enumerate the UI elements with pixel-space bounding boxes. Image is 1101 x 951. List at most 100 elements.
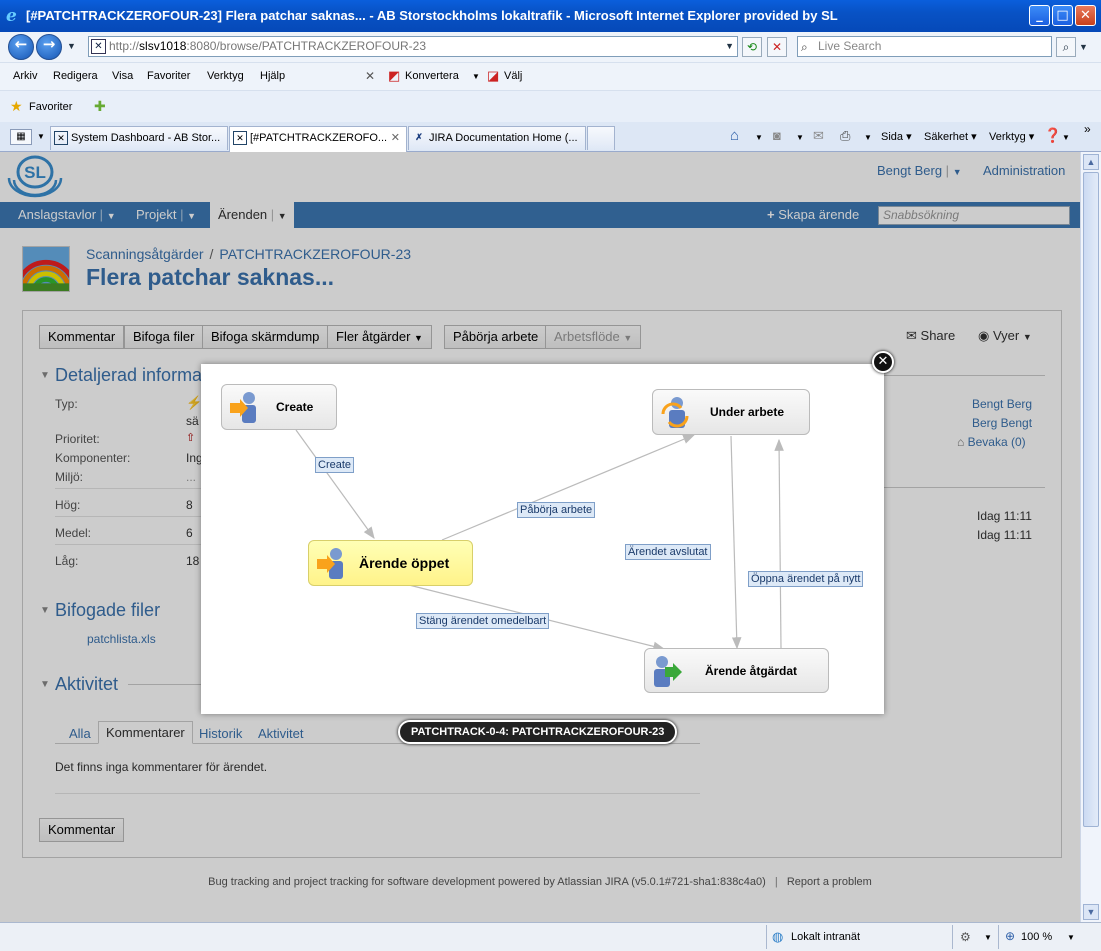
state-open-current[interactable]: Ärende öppet: [308, 540, 473, 586]
jira-favicon-icon: ✕: [91, 39, 106, 54]
atlassian-tab-icon: ✗: [415, 132, 423, 142]
scroll-thumb[interactable]: [1083, 172, 1099, 827]
address-toolbar: ← → ▼ ✕ http://slsv1018:8080/browse/PATC…: [0, 32, 1101, 62]
refresh-icon[interactable]: ⟲: [742, 37, 762, 57]
page-menu[interactable]: Sida ▾: [881, 130, 912, 143]
search-go-icon[interactable]: ⌕: [1056, 37, 1076, 57]
person-arrow-icon: [230, 392, 256, 423]
history-dropdown-icon[interactable]: ▼: [67, 41, 76, 51]
tab-system-dashboard[interactable]: ✕ System Dashboard - AB Stor...: [50, 126, 228, 150]
status-bar: ◍ Lokalt intranät ⚙ ▼ ⊕ 100 % ▼: [0, 922, 1101, 951]
state-resolved[interactable]: Ärende åtgärdat: [644, 648, 829, 693]
divider: [952, 925, 953, 949]
back-button[interactable]: ←: [8, 34, 34, 60]
state-label: Ärende åtgärdat: [705, 664, 798, 678]
state-label: Create: [276, 400, 314, 414]
state-label: Under arbete: [710, 405, 785, 419]
search-icon: ⌕: [801, 40, 808, 54]
favorites-button[interactable]: Favoriter: [29, 101, 72, 113]
protected-dropdown-icon[interactable]: ▼: [984, 933, 992, 942]
arrow-create: [295, 429, 375, 539]
live-search-placeholder: Live Search: [818, 39, 882, 53]
menu-favoriter[interactable]: Favoriter: [147, 70, 190, 82]
address-bar[interactable]: ✕ http://slsv1018:8080/browse/PATCHTRACK…: [88, 36, 738, 57]
person-refresh-icon: [661, 397, 689, 428]
security-zone: Lokalt intranät: [791, 931, 861, 943]
protected-mode-icon[interactable]: ⚙: [960, 930, 971, 944]
zoom-level[interactable]: 100 %: [1021, 931, 1052, 943]
tab-label: [#PATCHTRACKZEROFO...: [250, 132, 388, 144]
convert-dropdown-icon[interactable]: ▼: [472, 72, 480, 81]
tab-label: System Dashboard - AB Stor...: [71, 132, 221, 144]
tab-list-dropdown-icon[interactable]: ▼: [37, 132, 45, 141]
print-dropdown-icon[interactable]: ▼: [864, 133, 872, 142]
jira-tab-icon: ✕: [54, 131, 68, 145]
state-in-progress[interactable]: Under arbete: [652, 389, 810, 435]
transition-create[interactable]: Create: [315, 457, 355, 473]
transition-reopen[interactable]: Öppna ärendet på nytt: [748, 571, 864, 587]
tools-menu[interactable]: Verktyg ▾: [989, 130, 1034, 143]
select-button[interactable]: Välj: [504, 70, 522, 82]
print-icon[interactable]: ⎙: [840, 128, 850, 144]
menu-verktyg[interactable]: Verktyg: [207, 70, 244, 82]
home-dropdown-icon[interactable]: ▼: [755, 133, 763, 142]
home-icon[interactable]: ⌂: [730, 127, 739, 144]
more-tools-icon[interactable]: »: [1084, 122, 1091, 136]
close-tab-icon[interactable]: ✕: [391, 127, 400, 149]
forward-button[interactable]: →: [36, 34, 62, 60]
help-dropdown-icon[interactable]: ▼: [1062, 133, 1070, 142]
help-icon[interactable]: ❓: [1044, 127, 1061, 144]
page-scrollbar[interactable]: ▲ ▼: [1080, 152, 1101, 922]
new-tab-button[interactable]: [587, 126, 615, 150]
tab-bar: ▦ ▼ ✕ System Dashboard - AB Stor... ✕ [#…: [0, 122, 1101, 152]
address-path: :8080/browse/PATCHTRACKZEROFOUR-23: [186, 39, 427, 53]
divider: [998, 925, 999, 949]
maximize-button[interactable]: □: [1052, 5, 1073, 26]
convert-button[interactable]: Konvertera: [405, 70, 459, 82]
menu-hjalp[interactable]: Hjälp: [260, 70, 285, 82]
feeds-dropdown-icon[interactable]: ▼: [796, 133, 804, 142]
intranet-globe-icon: ◍: [772, 929, 784, 944]
state-label: Ärende öppet: [359, 555, 450, 571]
stop-icon[interactable]: ✕: [767, 37, 787, 57]
minimize-button[interactable]: _: [1029, 5, 1050, 26]
jira-tab-icon: ✕: [233, 131, 247, 145]
close-window-button[interactable]: ✕: [1075, 5, 1096, 26]
close-dialog-icon[interactable]: ✕: [872, 351, 894, 373]
tools-menu-label: Verktyg: [989, 131, 1026, 143]
workflow-caption: PATCHTRACK-0-4: PATCHTRACKZEROFOUR-23: [398, 720, 678, 744]
tab-label: JIRA Documentation Home (...: [429, 132, 578, 144]
state-create[interactable]: Create: [221, 384, 337, 430]
search-options-icon[interactable]: ▼: [1079, 42, 1088, 52]
scroll-down-icon[interactable]: ▼: [1083, 904, 1099, 920]
page-viewport: SL Bengt Berg | ▼ Administration Anslags…: [0, 152, 1080, 922]
favorites-bar: ★ Favoriter ✚: [0, 90, 1101, 122]
transition-close[interactable]: Stäng ärendet omedelbart: [416, 613, 550, 629]
toolbar-close-icon[interactable]: ✕: [365, 69, 375, 83]
address-prefix: http://: [109, 39, 140, 53]
security-menu[interactable]: Säkerhet ▾: [924, 130, 977, 143]
transition-resolve[interactable]: Ärendet avslutat: [625, 544, 711, 560]
transition-start-progress[interactable]: Påbörja arbete: [517, 502, 596, 518]
tab-jira-docs[interactable]: ✗ JIRA Documentation Home (...: [408, 126, 586, 150]
divider: [766, 925, 767, 949]
menu-redigera[interactable]: Redigera: [53, 70, 98, 82]
security-menu-label: Säkerhet: [924, 131, 969, 143]
select-pdf-icon: ◪: [487, 68, 500, 83]
menu-bar: Arkiv Redigera Visa Favoriter Verktyg Hj…: [0, 62, 1101, 90]
mail-icon[interactable]: ✉: [813, 128, 824, 144]
workflow-dialog: Create Under arbete Ärende öppet Ärende …: [201, 364, 884, 714]
menu-visa[interactable]: Visa: [112, 70, 133, 82]
quick-tabs-icon[interactable]: ▦: [10, 129, 32, 145]
menu-arkiv[interactable]: Arkiv: [13, 70, 37, 82]
scroll-up-icon[interactable]: ▲: [1083, 154, 1099, 170]
address-dropdown-icon[interactable]: ▼: [725, 37, 734, 56]
add-favorite-icon[interactable]: ✚: [94, 98, 106, 115]
favorites-star-icon: ★: [10, 98, 23, 114]
address-host: slsv1018: [139, 39, 187, 53]
live-search-input[interactable]: ⌕ Live Search: [797, 36, 1052, 57]
tab-issue[interactable]: ✕ [#PATCHTRACKZEROFO... ✕: [229, 126, 407, 152]
person-forward-icon: [654, 656, 682, 687]
zoom-dropdown-icon[interactable]: ▼: [1067, 933, 1075, 942]
feeds-icon[interactable]: ◙: [773, 128, 781, 143]
